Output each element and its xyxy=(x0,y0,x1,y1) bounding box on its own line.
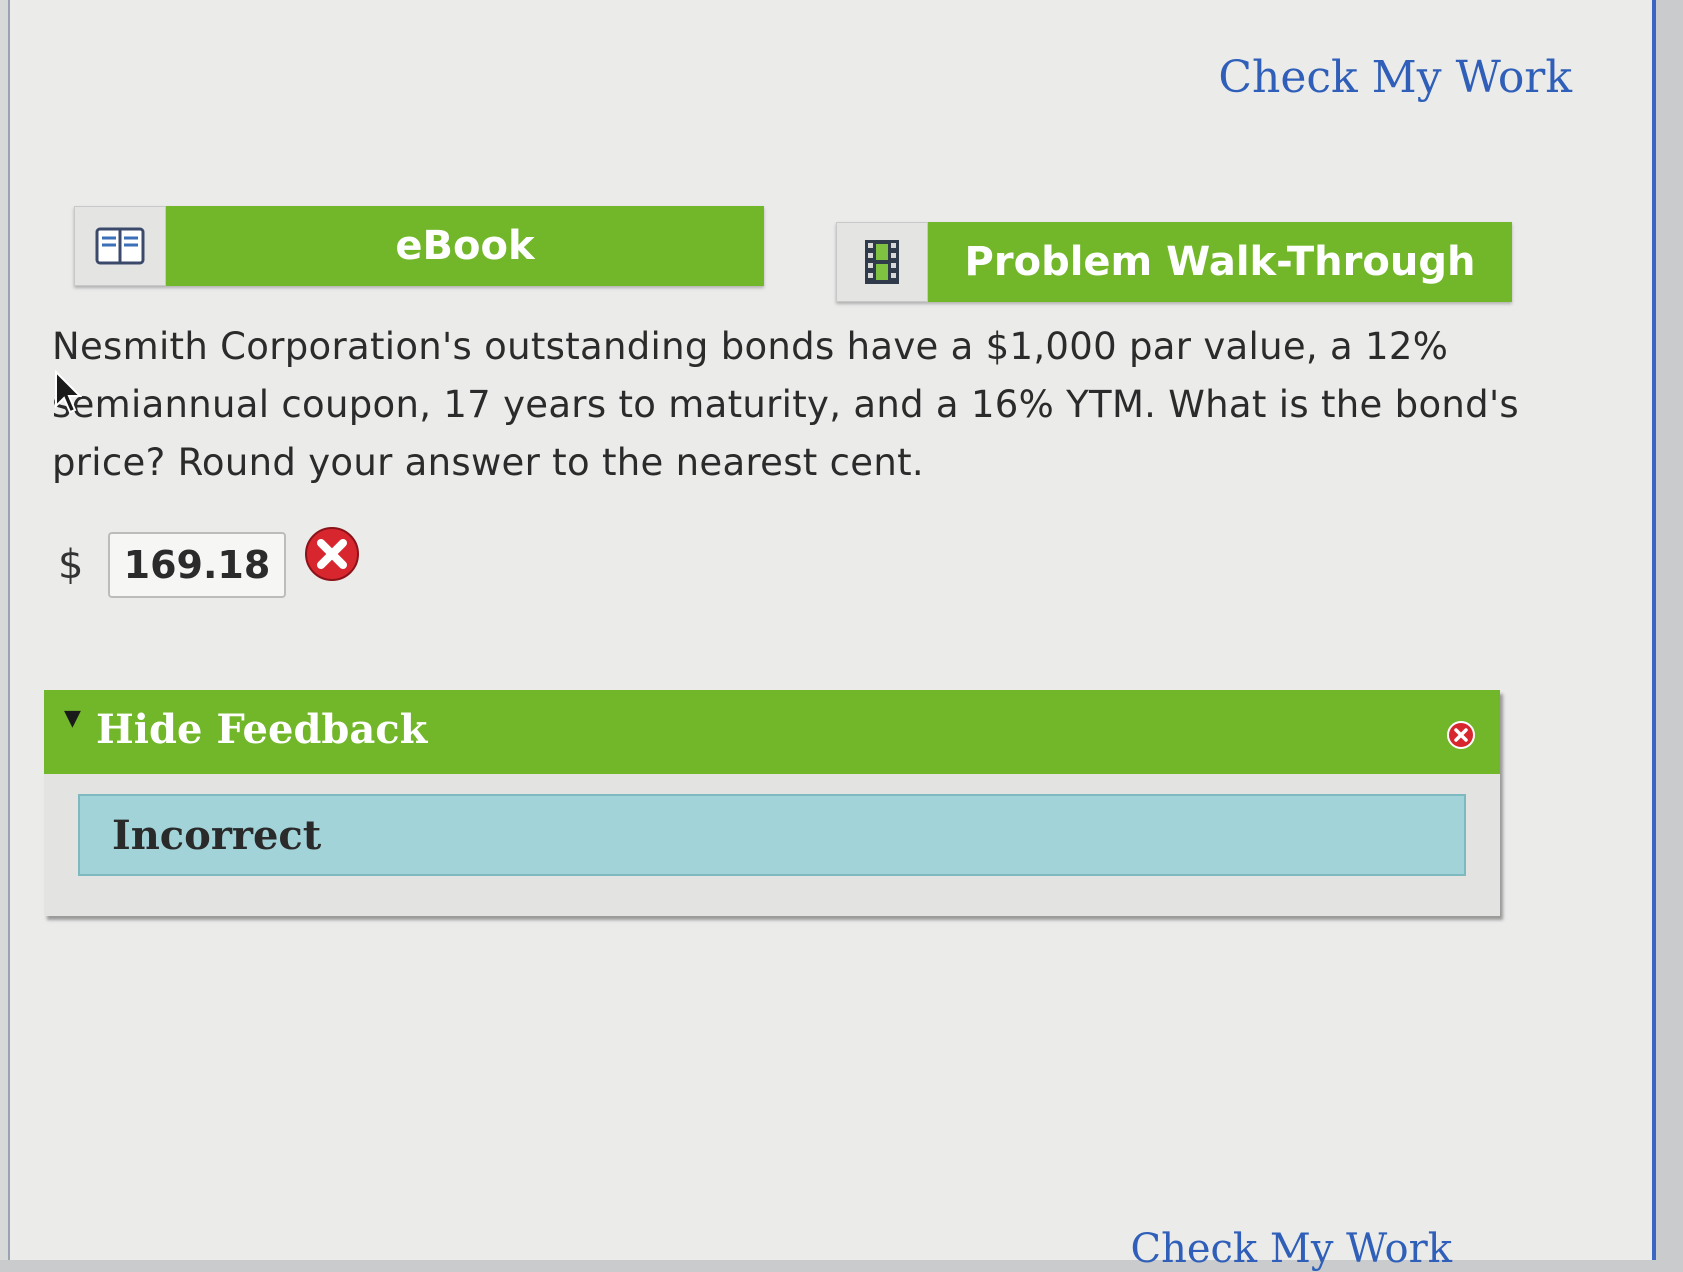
incorrect-x-icon xyxy=(305,527,359,581)
hide-feedback-toggle[interactable]: ▼ Hide Feedback xyxy=(44,690,1500,774)
ebook-button[interactable]: eBook xyxy=(74,206,764,286)
problem-walkthrough-button[interactable]: Problem Walk-Through xyxy=(836,222,1512,302)
question-text: Nesmith Corporation's outstanding bonds … xyxy=(52,325,1519,484)
mouse-pointer-icon xyxy=(55,370,82,414)
book-icon xyxy=(74,206,166,286)
ebook-label: eBook xyxy=(166,206,764,286)
left-edge-strip xyxy=(0,0,8,1260)
film-icon xyxy=(836,222,928,302)
feedback-result: Incorrect xyxy=(78,794,1466,876)
answer-input[interactable]: 169.18 xyxy=(108,532,286,598)
feedback-panel: ▼ Hide Feedback Incorrect xyxy=(44,690,1500,916)
hide-feedback-label: Hide Feedback xyxy=(96,706,428,753)
walkthrough-label: Problem Walk-Through xyxy=(928,222,1512,302)
question-panel: Check My Work eBook Problem Walk-Through… xyxy=(8,0,1656,1272)
check-my-work-link-bottom[interactable]: Check My Work xyxy=(1130,1226,1452,1272)
check-my-work-link[interactable]: Check My Work xyxy=(1218,52,1572,103)
triangle-down-icon: ▼ xyxy=(64,706,81,731)
close-icon[interactable] xyxy=(1446,720,1476,750)
currency-symbol: $ xyxy=(58,542,84,588)
